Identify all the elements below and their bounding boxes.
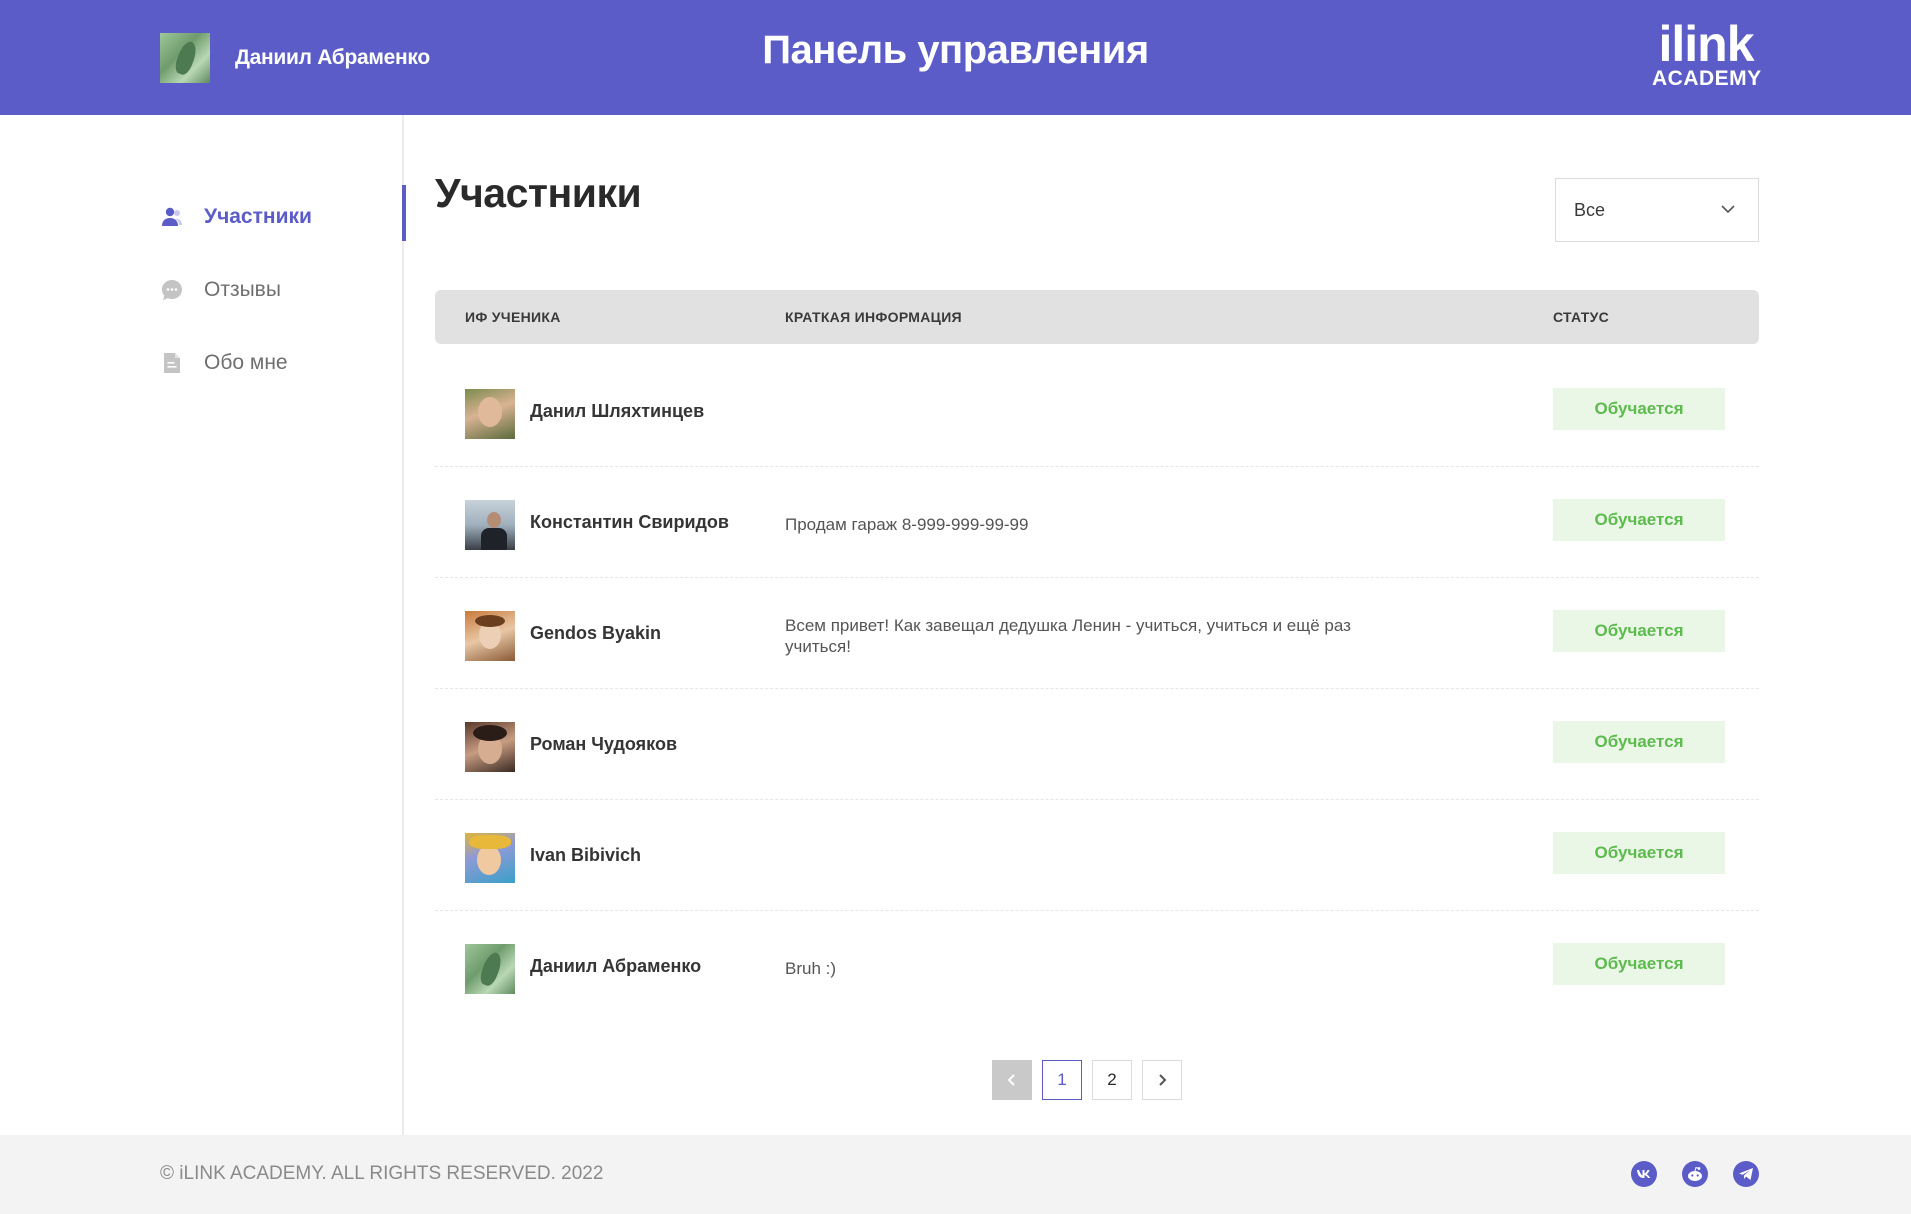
student-name: Даниил Абраменко [530, 956, 702, 976]
column-header-status: СТАТУС [1553, 309, 1610, 325]
column-header-name: ИФ УЧЕНИКА [465, 309, 561, 325]
telegram-icon[interactable] [1733, 1161, 1759, 1187]
chevron-down-icon [1720, 201, 1736, 222]
table-row[interactable]: Gendos Byakin Всем привет! Как завещал д… [435, 578, 1759, 689]
top-header: Даниил Абраменко Панель управления ilink… [0, 0, 1911, 115]
status-badge: Обучается [1553, 388, 1725, 430]
student-info: Bruh :) [785, 959, 837, 978]
sidebar-item-label: Участники [204, 205, 312, 228]
status-badge: Обучается [1553, 721, 1725, 763]
sidebar-item-label: Обо мне [204, 351, 288, 374]
student-avatar [465, 833, 515, 883]
sidebar-item-participants[interactable]: Участники [160, 185, 406, 241]
student-info: Всем привет! Как завещал дедушка Ленин -… [785, 616, 1351, 656]
column-header-info: КРАТКАЯ ИНФОРМАЦИЯ [785, 309, 962, 325]
student-avatar [465, 500, 515, 550]
copyright-text: © iLINK ACADEMY. ALL RIGHTS RESERVED. 20… [160, 1163, 604, 1184]
page-button-2[interactable]: 2 [1092, 1060, 1132, 1100]
student-info: Продам гараж 8-999-999-99-99 [785, 515, 1029, 534]
document-icon [160, 351, 184, 375]
reddit-icon[interactable] [1682, 1161, 1708, 1187]
prev-page-button[interactable] [992, 1060, 1032, 1100]
table-row[interactable]: Даниил Абраменко Bruh :) Обучается [435, 911, 1759, 1022]
status-badge: Обучается [1553, 610, 1725, 652]
page-button-1[interactable]: 1 [1042, 1060, 1082, 1100]
table-header: ИФ УЧЕНИКА КРАТКАЯ ИНФОРМАЦИЯ СТАТУС [435, 290, 1759, 344]
sidebar-item-reviews[interactable]: Отзывы [160, 270, 404, 310]
next-page-button[interactable] [1142, 1060, 1182, 1100]
logo-sub-text: ACADEMY [1652, 67, 1762, 90]
student-name: Данил Шляхтинцев [530, 401, 705, 421]
student-avatar [465, 722, 515, 772]
table-row[interactable]: Роман Чудояков Обучается [435, 689, 1759, 800]
pagination: 1 2 [992, 1060, 1182, 1100]
status-badge: Обучается [1553, 943, 1725, 985]
filter-selected-value: Все [1574, 199, 1606, 220]
vk-icon[interactable] [1631, 1161, 1657, 1187]
ilink-academy-logo[interactable]: ilink ACADEMY [1652, 16, 1762, 95]
chevron-right-icon [1159, 1074, 1167, 1086]
chevron-left-icon [1007, 1074, 1015, 1086]
page-title: Участники [435, 170, 642, 216]
student-name: Gendos Byakin [530, 623, 662, 643]
student-name: Роман Чудояков [530, 734, 678, 754]
status-filter-select[interactable]: Все [1555, 178, 1759, 242]
table-row[interactable]: Данил Шляхтинцев Обучается [435, 356, 1759, 467]
student-avatar [465, 389, 515, 439]
logo-main-text: ilink [1658, 16, 1754, 72]
student-name: Ivan Bibivich [530, 845, 642, 865]
sidebar: Участники Отзывы Обо мне [0, 115, 406, 1135]
page-header-title: Панель управления [762, 28, 1149, 72]
chat-icon [160, 278, 184, 302]
student-name: Константин Свиридов [530, 512, 729, 532]
table-row[interactable]: Ivan Bibivich Обучается [435, 800, 1759, 911]
users-icon [160, 205, 184, 229]
status-badge: Обучается [1553, 499, 1725, 541]
footer: © iLINK ACADEMY. ALL RIGHTS RESERVED. 20… [0, 1135, 1911, 1214]
table-row[interactable]: Константин Свиридов Продам гараж 8-999-9… [435, 467, 1759, 578]
status-badge: Обучается [1553, 832, 1725, 874]
student-avatar [465, 611, 515, 661]
student-avatar [465, 944, 515, 994]
sidebar-item-label: Отзывы [204, 278, 281, 301]
sidebar-item-about[interactable]: Обо мне [160, 343, 404, 383]
